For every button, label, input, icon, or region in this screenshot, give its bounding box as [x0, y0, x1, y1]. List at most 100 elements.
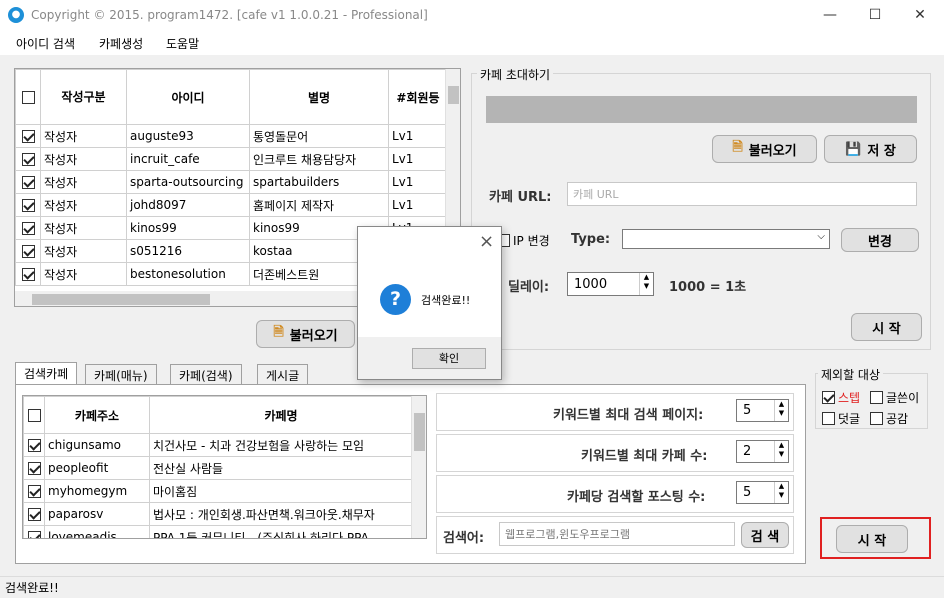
- cell-type: 작성자: [40, 124, 127, 148]
- row-checkbox[interactable]: [21, 199, 35, 212]
- menu-cafe-create[interactable]: 카페생성: [99, 35, 143, 52]
- col-cafe-addr[interactable]: 카페주소: [44, 396, 150, 434]
- invite-start-button[interactable]: 시 작: [851, 313, 922, 341]
- cell-nick: spartabuilders: [249, 170, 389, 194]
- cell-type: 작성자: [40, 262, 127, 286]
- exclude-group-title: 제외할 대상: [818, 366, 884, 383]
- row-checkbox[interactable]: [27, 508, 41, 521]
- cafe-table: 카페주소 카페명 chigunsamo 치건사모 - 치과 건강보험을 사랑하는…: [23, 396, 413, 538]
- cell-type: 작성자: [40, 193, 127, 217]
- exclude-option[interactable]: 글쓴이: [870, 389, 919, 406]
- cell-type: 작성자: [40, 216, 127, 240]
- cell-id: johd8097: [126, 193, 250, 217]
- dialog-message: 검색완료!!: [421, 294, 471, 307]
- arrow-down-icon[interactable]: ▼: [775, 450, 788, 459]
- tab-cafe-menu[interactable]: 카페(매뉴): [85, 364, 157, 384]
- table-row[interactable]: 작성자 sparta-outsourcing spartabuilders Lv…: [15, 170, 448, 194]
- exclude-option[interactable]: 덧글: [822, 410, 860, 427]
- cell-cafe-name: 마이홈짐: [149, 479, 413, 503]
- table-row[interactable]: 작성자 auguste93 통영돌문어 Lv1: [15, 124, 448, 148]
- cell-nick: 홈페이지 제작자: [249, 193, 389, 217]
- dialog-close-icon[interactable]: ×: [479, 231, 494, 252]
- delay-label: 딜레이:: [508, 280, 550, 295]
- maximize-button[interactable]: ☐: [852, 0, 898, 31]
- row-checkbox[interactable]: [27, 462, 41, 475]
- max-pages-stepper[interactable]: 5 ▲ ▼: [736, 399, 789, 422]
- max-cafes-stepper[interactable]: 2 ▲ ▼: [736, 440, 789, 463]
- row-checkbox[interactable]: [27, 485, 41, 498]
- row-checkbox[interactable]: [21, 130, 35, 143]
- tab-cafe-search[interactable]: 카페(검색): [170, 364, 242, 384]
- arrow-down-icon[interactable]: ▼: [775, 409, 788, 418]
- cafe-url-input[interactable]: 카페 URL: [567, 182, 917, 206]
- status-text: 검색완료!!: [5, 581, 59, 595]
- menu-help[interactable]: 도움말: [166, 35, 199, 52]
- search-button[interactable]: 검 색: [741, 522, 789, 548]
- arrow-up-icon[interactable]: ▲: [775, 400, 788, 409]
- row-checkbox[interactable]: [21, 222, 35, 235]
- table-row[interactable]: paparosv 법사모 : 개인회생.파산면책.워크아웃.채무자: [23, 502, 413, 526]
- exclude-checkbox[interactable]: [822, 412, 835, 425]
- close-button[interactable]: ✕: [897, 0, 943, 31]
- arrow-down-icon[interactable]: ▼: [775, 491, 788, 500]
- change-button[interactable]: 변경: [841, 228, 919, 252]
- max-pages-label: 키워드별 최대 검색 페이지:: [553, 408, 704, 423]
- row-checkbox[interactable]: [21, 176, 35, 189]
- row-checkbox[interactable]: [21, 245, 35, 258]
- delay-stepper[interactable]: 1000 ▲ ▼: [567, 272, 654, 296]
- invite-load-button[interactable]: 🗎 불러오기: [712, 135, 817, 163]
- col-type[interactable]: 작성구분: [40, 69, 127, 125]
- table-row[interactable]: myhomegym 마이홈짐: [23, 479, 413, 503]
- table-row[interactable]: 작성자 johd8097 홈페이지 제작자 Lv1: [15, 193, 448, 217]
- arrow-up-icon[interactable]: ▲: [775, 482, 788, 491]
- menu-id-search[interactable]: 아이디 검색: [16, 35, 75, 52]
- message-dialog: × ? 검색완료!! 확인: [357, 226, 502, 380]
- main-start-button[interactable]: 시 작: [836, 525, 908, 553]
- keyword-input[interactable]: 웹프로그램,윈도우프로그램: [499, 522, 735, 546]
- cell-type: 작성자: [40, 170, 127, 194]
- arrow-down-icon[interactable]: ▼: [640, 282, 653, 291]
- exclude-checkbox[interactable]: [822, 391, 835, 404]
- exclude-checkbox[interactable]: [870, 391, 883, 404]
- row-checkbox[interactable]: [27, 531, 41, 538]
- table-row[interactable]: chigunsamo 치건사모 - 치과 건강보험을 사랑하는 모임: [23, 433, 413, 457]
- row-checkbox[interactable]: [21, 268, 35, 281]
- table-row[interactable]: peopleofit 전산실 사람들: [23, 456, 413, 480]
- exclude-option[interactable]: 공감: [870, 410, 908, 427]
- posts-stepper[interactable]: 5 ▲ ▼: [736, 481, 789, 504]
- arrow-up-icon[interactable]: ▲: [640, 273, 653, 282]
- type-label: Type:: [571, 232, 611, 247]
- col-cafe-name[interactable]: 카페명: [149, 396, 413, 434]
- minimize-button[interactable]: —: [807, 0, 853, 31]
- cafe-select-all-checkbox[interactable]: [27, 409, 41, 422]
- load-members-button[interactable]: 🗎 불러오기: [256, 320, 355, 348]
- row-checkbox[interactable]: [21, 153, 35, 166]
- row-checkbox[interactable]: [27, 439, 41, 452]
- cell-id: bestonesolution: [126, 262, 250, 286]
- cell-type: 작성자: [40, 239, 127, 263]
- exclude-checkbox[interactable]: [870, 412, 883, 425]
- posts-label: 카페당 검색할 포스팅 수:: [567, 490, 706, 505]
- exclude-option[interactable]: 스텝: [822, 389, 860, 406]
- type-select[interactable]: ⌵: [622, 229, 830, 249]
- tab-posts[interactable]: 게시글: [257, 364, 309, 384]
- table-row[interactable]: 작성자 incruit_cafe 인크루트 채용담당자 Lv1: [15, 147, 448, 171]
- ip-change-option[interactable]: IP 변경: [497, 232, 550, 249]
- save-icon: 💾: [845, 141, 862, 157]
- dialog-ok-button[interactable]: 확인: [412, 348, 486, 369]
- cell-nick: 인크루트 채용담당자: [249, 147, 389, 171]
- arrow-up-icon[interactable]: ▲: [775, 441, 788, 450]
- table-row[interactable]: lovemeadis PPA 1등 커뮤니티 - (주식회사 하리다 PPA: [23, 525, 413, 538]
- col-nick[interactable]: 별명: [249, 69, 389, 125]
- cafe-vscroll[interactable]: [411, 396, 426, 538]
- cell-id: incruit_cafe: [126, 147, 250, 171]
- tab-search-cafe[interactable]: 검색카페: [15, 362, 78, 385]
- cell-cafe-addr: paparosv: [44, 502, 150, 526]
- document-icon: 🗎: [273, 325, 284, 340]
- invite-save-button[interactable]: 💾 저 장: [824, 135, 917, 163]
- col-id[interactable]: 아이디: [126, 69, 250, 125]
- col-level[interactable]: #회원등: [388, 69, 448, 125]
- select-all-checkbox[interactable]: [21, 91, 35, 104]
- cell-cafe-addr: lovemeadis: [44, 525, 150, 538]
- cafe-table-frame: 카페주소 카페명 chigunsamo 치건사모 - 치과 건강보험을 사랑하는…: [22, 395, 427, 539]
